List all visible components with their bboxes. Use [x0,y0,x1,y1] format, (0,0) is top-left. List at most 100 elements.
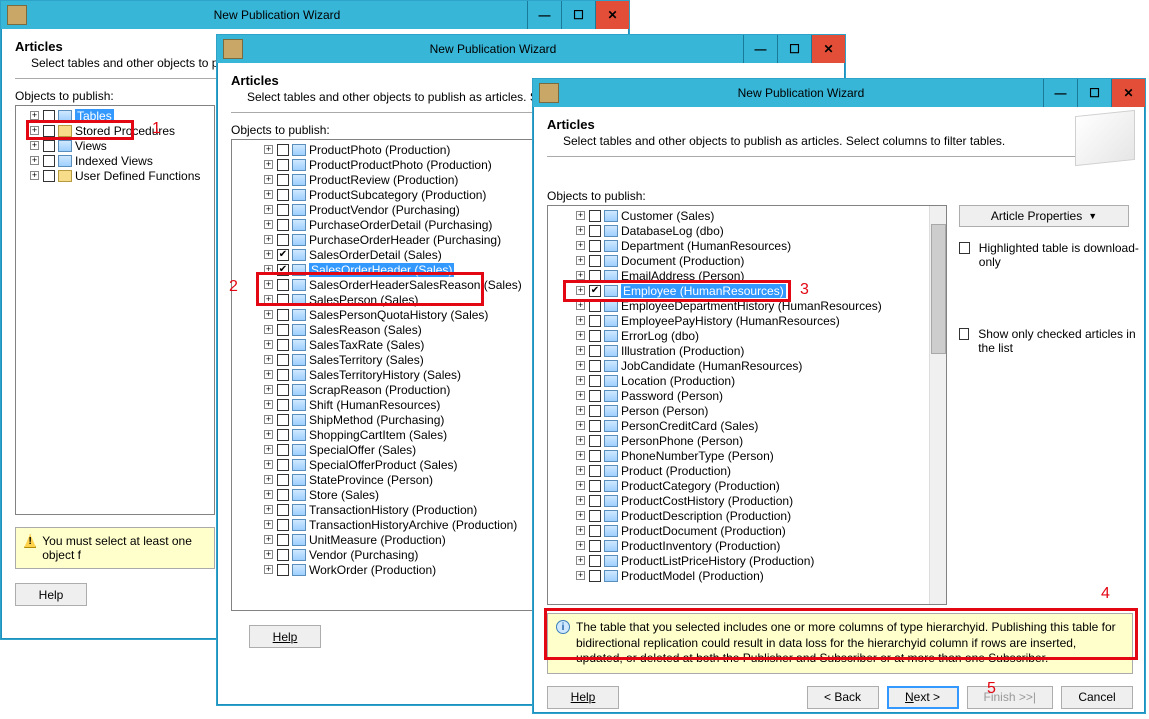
tree-item[interactable]: +ScrapReason (Production) [234,382,538,397]
expand-icon[interactable]: + [264,520,273,529]
expand-icon[interactable]: + [264,355,273,364]
checkbox[interactable] [277,399,289,411]
expand-icon[interactable]: + [264,265,273,274]
checkbox[interactable] [589,330,601,342]
tree-item[interactable]: +ProductListPriceHistory (Production) [550,553,944,568]
checkbox[interactable] [589,480,601,492]
expand-icon[interactable]: + [264,400,273,409]
checkbox[interactable] [589,300,601,312]
checkbox[interactable] [589,420,601,432]
minimize-button[interactable]: — [527,1,561,29]
checkbox[interactable] [589,255,601,267]
tree-item[interactable]: +SalesTerritory (Sales) [234,352,538,367]
expand-icon[interactable]: + [576,541,585,550]
expand-icon[interactable]: + [264,505,273,514]
expand-icon[interactable]: + [576,271,585,280]
checkbox[interactable] [589,495,601,507]
expand-icon[interactable]: + [264,535,273,544]
checkbox[interactable] [277,429,289,441]
show-only-checked-checkbox[interactable]: Show only checked articles in the list [959,327,1139,355]
checkbox[interactable] [277,189,289,201]
expand-icon[interactable]: + [264,280,273,289]
checkbox[interactable] [43,140,55,152]
tree-item[interactable]: +ProductDescription (Production) [550,508,944,523]
close-button[interactable]: ✕ [811,35,845,63]
expand-icon[interactable]: + [264,175,273,184]
tree-item[interactable]: +ProductDocument (Production) [550,523,944,538]
tree-item[interactable]: +EmployeeDepartmentHistory (HumanResourc… [550,298,944,313]
checkbox[interactable] [277,309,289,321]
tree-item[interactable]: +Store (Sales) [234,487,538,502]
tree-item[interactable]: +EmailAddress (Person) [550,268,944,283]
tree-item[interactable]: +Location (Production) [550,373,944,388]
scrollbar[interactable] [929,206,946,604]
checkbox[interactable] [589,285,601,297]
tree-item[interactable]: +PhoneNumberType (Person) [550,448,944,463]
expand-icon[interactable]: + [30,111,39,120]
expand-icon[interactable]: + [264,460,273,469]
titlebar[interactable]: New Publication Wizard — ☐ ✕ [533,79,1145,107]
expand-icon[interactable]: + [576,211,585,220]
expand-icon[interactable]: + [576,466,585,475]
expand-icon[interactable]: + [576,316,585,325]
checkbox[interactable] [277,339,289,351]
checkbox[interactable] [277,444,289,456]
checkbox[interactable] [589,465,601,477]
tree-item[interactable]: +Person (Person) [550,403,944,418]
checkbox[interactable] [277,234,289,246]
checkbox[interactable] [589,360,601,372]
expand-icon[interactable]: + [264,415,273,424]
expand-icon[interactable]: + [576,571,585,580]
checkbox[interactable] [589,525,601,537]
maximize-button[interactable]: ☐ [777,35,811,63]
expand-icon[interactable]: + [264,430,273,439]
close-button[interactable]: ✕ [595,1,629,29]
tree-item[interactable]: +SalesPersonQuotaHistory (Sales) [234,307,538,322]
checkbox[interactable] [277,204,289,216]
tree-item[interactable]: +ProductSubcategory (Production) [234,187,538,202]
maximize-button[interactable]: ☐ [561,1,595,29]
titlebar[interactable]: New Publication Wizard — ☐ ✕ [1,1,629,29]
expand-icon[interactable]: + [264,310,273,319]
tree-item[interactable]: +JobCandidate (HumanResources) [550,358,944,373]
checkbox[interactable] [589,240,601,252]
checkbox[interactable] [589,435,601,447]
checkbox[interactable] [43,155,55,167]
help-button[interactable]: Help [547,686,619,709]
tree-item[interactable]: +UnitMeasure (Production) [234,532,538,547]
expand-icon[interactable]: + [576,406,585,415]
expand-icon[interactable]: + [576,556,585,565]
cancel-button[interactable]: Cancel [1061,686,1133,709]
tree-item[interactable]: +PersonPhone (Person) [550,433,944,448]
checkbox[interactable] [589,390,601,402]
checkbox[interactable] [589,210,601,222]
checkbox[interactable] [589,510,601,522]
objects-tree[interactable]: +ProductPhoto (Production)+ProductProduc… [231,139,541,611]
checkbox[interactable] [43,110,55,122]
expand-icon[interactable]: + [264,340,273,349]
expand-icon[interactable]: + [576,301,585,310]
checkbox[interactable] [277,144,289,156]
objects-tree[interactable]: +Tables+Stored Procedures+Views+Indexed … [15,105,215,515]
tree-item[interactable]: +ProductReview (Production) [234,172,538,187]
checkbox[interactable] [277,249,289,261]
close-button[interactable]: ✕ [1111,79,1145,107]
tree-item[interactable]: +User Defined Functions [18,168,212,183]
tree-item[interactable]: +SalesTaxRate (Sales) [234,337,538,352]
expand-icon[interactable]: + [264,250,273,259]
tree-item[interactable]: +ProductInventory (Production) [550,538,944,553]
expand-icon[interactable]: + [264,565,273,574]
tree-item[interactable]: +DatabaseLog (dbo) [550,223,944,238]
expand-icon[interactable]: + [576,346,585,355]
checkbox[interactable] [277,519,289,531]
titlebar[interactable]: New Publication Wizard — ☐ ✕ [217,35,845,63]
expand-icon[interactable]: + [264,475,273,484]
expand-icon[interactable]: + [264,235,273,244]
expand-icon[interactable]: + [576,496,585,505]
expand-icon[interactable]: + [264,445,273,454]
expand-icon[interactable]: + [576,286,585,295]
tree-item[interactable]: +PersonCreditCard (Sales) [550,418,944,433]
tree-item[interactable]: +Shift (HumanResources) [234,397,538,412]
checkbox[interactable] [277,414,289,426]
tree-item[interactable]: +Vendor (Purchasing) [234,547,538,562]
